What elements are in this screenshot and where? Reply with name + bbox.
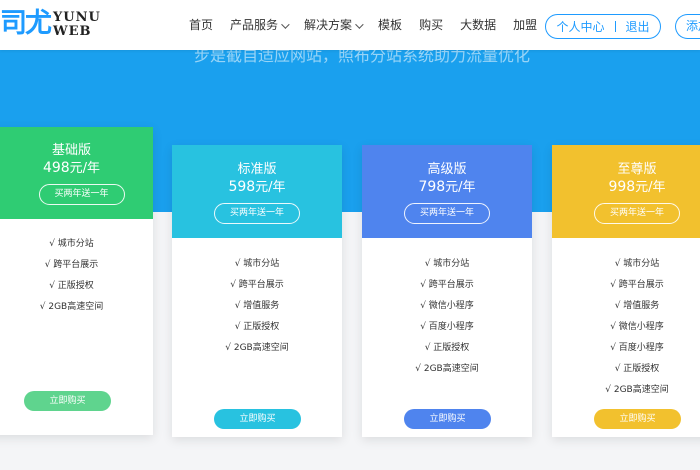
nav-home[interactable]: 首页 — [189, 16, 213, 34]
buy-now-button[interactable]: 立即购买 — [594, 409, 681, 429]
logo-wordmark-line2: WEB — [53, 24, 92, 39]
nav-products[interactable]: 产品服务 — [230, 16, 290, 34]
nav-bigdata-label: 大数据 — [460, 18, 497, 32]
promo-badge[interactable]: 买两年送一年 — [214, 203, 300, 224]
nav-home-label: 首页 — [189, 18, 214, 32]
feature-item: √ 2GB高速空间 — [605, 385, 669, 395]
divider — [614, 21, 616, 32]
logout-link[interactable]: 退出 — [626, 18, 650, 35]
plan-price-value: 498 — [42, 160, 70, 176]
plan-header: 标准版 598元/年 买两年送一年 — [172, 145, 342, 238]
feature-item: √ 正版授权 — [424, 343, 470, 353]
plan-header: 基础版 498元/年 买两年送一年 — [0, 127, 153, 219]
logo-wordmark-line1: YUNU — [53, 10, 101, 25]
feature-list: √ 城市分站 √ 跨平台展示 √ 微信小程序 √ 百度小程序 √ 正版授权 √ … — [362, 254, 532, 380]
feature-list: √ 城市分站 √ 跨平台展示 √ 正版授权 √ 2GB高速空间 — [0, 234, 153, 318]
plan-card-advanced: 高级版 798元/年 买两年送一年 √ 城市分站 √ 跨平台展示 √ 微信小程序… — [362, 145, 532, 437]
feature-item: √ 跨平台展示 — [610, 280, 664, 290]
plan-price-unit: 元/年 — [69, 161, 101, 176]
feature-item: √ 跨平台展示 — [44, 260, 99, 270]
feature-item: √ 城市分站 — [49, 239, 94, 249]
promo-badge[interactable]: 买两年送一年 — [38, 184, 125, 205]
user-center-link[interactable]: 个人中心 — [556, 18, 604, 35]
nav-solutions[interactable]: 解决方案 — [304, 16, 364, 34]
plan-price-value: 998 — [608, 179, 636, 195]
feature-item: √ 城市分站 — [614, 259, 660, 269]
nav-join[interactable]: 加盟 — [513, 16, 537, 34]
plan-price: 798元/年 — [362, 178, 532, 197]
plan-card-standard: 标准版 598元/年 买两年送一年 √ 城市分站 √ 跨平台展示 √ 增值服务 … — [172, 145, 342, 437]
feature-item: √ 正版授权 — [49, 281, 94, 291]
feature-item: √ 2GB高速空间 — [39, 302, 104, 312]
plan-price-unit: 元/年 — [445, 180, 476, 195]
nav-bigdata[interactable]: 大数据 — [460, 16, 496, 34]
nav-join-label: 加盟 — [513, 18, 538, 32]
site-header: 司尤 YUNU WEB 首页 产品服务 解决方案 模板 购买 大数据 加盟 个人… — [0, 0, 700, 50]
plan-price-value: 598 — [228, 179, 256, 195]
plan-price-value: 798 — [418, 179, 446, 195]
feature-item: √ 跨平台展示 — [420, 280, 474, 290]
nav-products-label: 产品服务 — [230, 18, 279, 32]
feature-item: √ 增值服务 — [234, 301, 280, 311]
buy-now-button[interactable]: 立即购买 — [214, 409, 301, 429]
user-actions: 个人中心 退出 — [545, 14, 661, 39]
buy-now-button[interactable]: 立即购买 — [404, 409, 491, 429]
feature-item: √ 城市分站 — [234, 259, 280, 269]
logo-wordmark: YUNU WEB — [53, 11, 101, 39]
feature-item: √ 2GB高速空间 — [415, 364, 479, 374]
plan-header: 高级版 798元/年 买两年送一年 — [362, 145, 532, 238]
feature-list: √ 城市分站 √ 跨平台展示 √ 增值服务 √ 微信小程序 √ 百度小程序 √ … — [552, 254, 700, 401]
plan-price: 998元/年 — [552, 178, 700, 197]
nav-templates-label: 模板 — [378, 18, 403, 32]
promo-badge[interactable]: 买两年送一年 — [404, 203, 490, 224]
feature-item: √ 2GB高速空间 — [225, 343, 289, 353]
plan-name: 高级版 — [427, 162, 467, 177]
plan-header: 至尊版 998元/年 买两年送一年 — [552, 145, 700, 238]
side-tab-button[interactable]: 添加 — [675, 14, 700, 39]
plan-name: 基础版 — [51, 143, 91, 158]
plan-name: 标准版 — [237, 162, 277, 177]
plan-price: 498元/年 — [0, 159, 153, 178]
nav-templates[interactable]: 模板 — [378, 16, 402, 34]
feature-item: √ 微信小程序 — [420, 301, 474, 311]
feature-item: √ 增值服务 — [614, 301, 660, 311]
promo-badge[interactable]: 买两年送一年 — [594, 203, 680, 224]
chevron-down-icon — [355, 20, 364, 29]
feature-item: √ 城市分站 — [424, 259, 470, 269]
feature-list: √ 城市分站 √ 跨平台展示 √ 增值服务 √ 正版授权 √ 2GB高速空间 — [172, 254, 342, 359]
buy-now-button[interactable]: 立即购买 — [24, 391, 111, 411]
feature-item: √ 正版授权 — [234, 322, 280, 332]
nav-buy[interactable]: 购买 — [419, 16, 443, 34]
logo[interactable]: 司尤 — [0, 9, 52, 39]
plan-name: 至尊版 — [617, 162, 657, 177]
feature-item: √ 百度小程序 — [420, 322, 474, 332]
feature-item: √ 正版授权 — [614, 364, 660, 374]
plan-card-basic: 基础版 498元/年 买两年送一年 √ 城市分站 √ 跨平台展示 √ 正版授权 … — [0, 127, 153, 435]
plan-price-unit: 元/年 — [255, 180, 286, 195]
feature-item: √ 百度小程序 — [610, 343, 664, 353]
nav-buy-label: 购买 — [419, 18, 444, 32]
feature-item: √ 微信小程序 — [610, 322, 664, 332]
nav-solutions-label: 解决方案 — [304, 18, 353, 32]
chevron-down-icon — [281, 20, 290, 29]
plan-price-unit: 元/年 — [635, 180, 666, 195]
plan-price: 598元/年 — [172, 178, 342, 197]
feature-item: √ 跨平台展示 — [230, 280, 284, 290]
main-nav: 首页 产品服务 解决方案 模板 购买 大数据 加盟 — [189, 16, 554, 34]
plan-card-premium: 至尊版 998元/年 买两年送一年 √ 城市分站 √ 跨平台展示 √ 增值服务 … — [552, 145, 700, 437]
